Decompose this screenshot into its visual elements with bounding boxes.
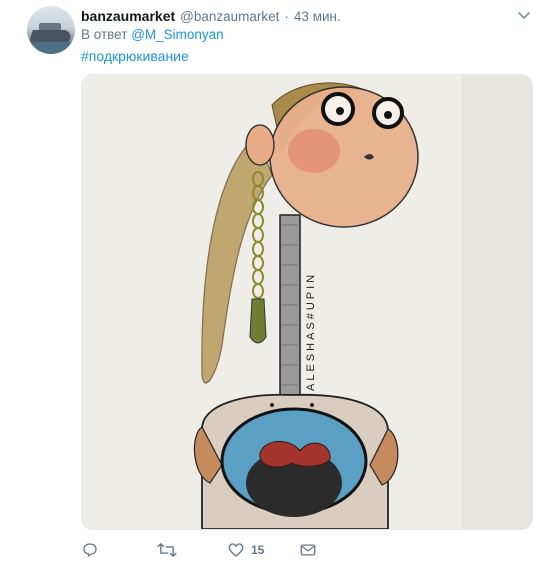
more-options-button[interactable] bbox=[515, 9, 533, 23]
reply-icon bbox=[83, 543, 97, 557]
drawing-text-vertical: ALESHAS#UPIN bbox=[305, 272, 317, 391]
author-handle[interactable]: @banzaumarket bbox=[180, 9, 279, 24]
envelope-icon bbox=[300, 544, 316, 556]
heart-icon bbox=[228, 543, 244, 557]
avatar-water bbox=[27, 42, 75, 54]
drawing-illustration: ALESHAS#UPIN bbox=[82, 75, 532, 529]
tweet-header: banzaumarket @banzaumarket · 43 мин. bbox=[81, 8, 341, 26]
chevron-down-icon bbox=[518, 12, 530, 19]
like-count: 15 bbox=[251, 543, 265, 557]
separator-dot: · bbox=[284, 9, 289, 24]
author-name[interactable]: banzaumarket bbox=[81, 8, 175, 24]
reply-context: В ответ @M_Simonyan bbox=[81, 27, 224, 42]
reply-button[interactable] bbox=[81, 540, 99, 560]
like-button[interactable]: 15 bbox=[227, 540, 264, 560]
tweet: banzaumarket @banzaumarket · 43 мин. В о… bbox=[0, 0, 559, 564]
avatar[interactable] bbox=[27, 6, 75, 54]
tweet-timestamp[interactable]: 43 мин. bbox=[294, 9, 341, 24]
tweet-actions: 15 bbox=[81, 540, 381, 560]
tweet-media-image[interactable]: ALESHAS#UPIN bbox=[81, 74, 533, 530]
avatar-ship-hull bbox=[29, 30, 73, 42]
direct-message-button[interactable] bbox=[299, 540, 317, 560]
retweet-icon bbox=[157, 543, 177, 557]
reply-mention-link[interactable]: @M_Simonyan bbox=[131, 27, 224, 42]
reply-prefix: В ответ bbox=[81, 27, 128, 42]
retweet-button[interactable] bbox=[157, 540, 177, 560]
hashtag-link[interactable]: #подкрюкивание bbox=[81, 48, 189, 64]
